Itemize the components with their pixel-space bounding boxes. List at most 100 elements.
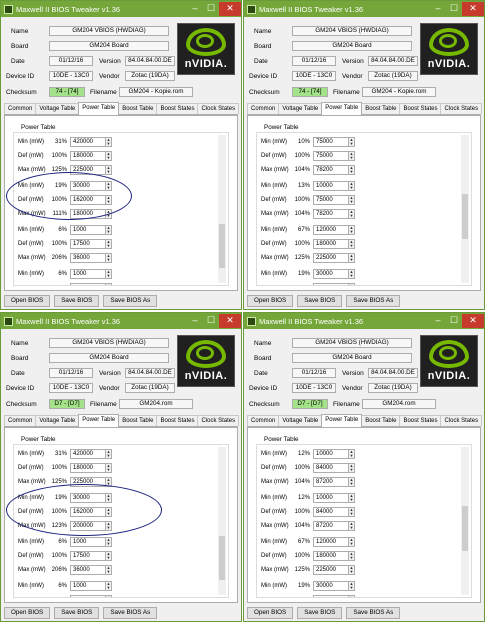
- tab-power-table[interactable]: Power Table: [321, 414, 363, 427]
- date-field[interactable]: 01/12/16: [292, 56, 336, 66]
- date-field[interactable]: 01/12/16: [292, 368, 336, 378]
- power-value-input[interactable]: 78200: [313, 208, 349, 219]
- board-field[interactable]: GM204 Board: [292, 353, 412, 363]
- power-value-input[interactable]: 225000: [313, 564, 349, 575]
- spinner-arrows-icon[interactable]: ▲▼: [106, 282, 112, 285]
- spinner-arrows-icon[interactable]: ▲▼: [106, 238, 112, 249]
- tab-voltage-table[interactable]: Voltage Table: [35, 415, 80, 426]
- spinner-arrows-icon[interactable]: ▲▼: [349, 476, 355, 487]
- tab-clock-states[interactable]: Clock States: [197, 103, 240, 114]
- version-field[interactable]: 84.04.84.00.DE: [368, 368, 418, 378]
- device-id-field[interactable]: 10DE - 13C0: [49, 383, 93, 393]
- spinner-arrows-icon[interactable]: ▲▼: [349, 550, 355, 561]
- checksum-field[interactable]: D7 - [D7]: [49, 399, 85, 409]
- board-field[interactable]: GM204 Board: [292, 41, 412, 51]
- maximize-button[interactable]: ☐: [446, 314, 462, 328]
- open-bios-button[interactable]: Open BIOS: [247, 295, 294, 307]
- minimize-button[interactable]: –: [430, 2, 446, 16]
- power-value-input[interactable]: 162000: [313, 282, 349, 285]
- minimize-button[interactable]: –: [187, 314, 203, 328]
- spinner-arrows-icon[interactable]: ▲▼: [349, 194, 355, 205]
- power-value-input[interactable]: 225000: [70, 476, 106, 487]
- power-value-input[interactable]: 1000: [70, 224, 106, 235]
- title-bar[interactable]: Maxwell II BIOS Tweaker v1.36 – ☐ ✕: [1, 313, 241, 329]
- spinner-arrows-icon[interactable]: ▲▼: [349, 462, 355, 473]
- close-button[interactable]: ✕: [219, 314, 241, 328]
- power-value-input[interactable]: 75000: [313, 136, 349, 147]
- minimize-button[interactable]: –: [187, 2, 203, 16]
- power-value-input[interactable]: 17500: [70, 550, 106, 561]
- power-value-input[interactable]: 120000: [313, 224, 349, 235]
- spinner-arrows-icon[interactable]: ▲▼: [106, 520, 112, 531]
- power-value-input[interactable]: 36000: [70, 252, 106, 263]
- scrollbar-thumb[interactable]: [462, 194, 468, 239]
- tab-common[interactable]: Common: [247, 103, 280, 114]
- power-value-input[interactable]: 84000: [313, 506, 349, 517]
- tab-power-table[interactable]: Power Table: [78, 102, 120, 115]
- tab-clock-states[interactable]: Clock States: [440, 103, 483, 114]
- spinner-arrows-icon[interactable]: ▲▼: [349, 208, 355, 219]
- board-field[interactable]: GM204 Board: [49, 353, 169, 363]
- tab-boost-table[interactable]: Boost Table: [118, 415, 158, 426]
- vendor-field[interactable]: Zotac (19DA): [125, 71, 175, 81]
- tab-clock-states[interactable]: Clock States: [440, 415, 483, 426]
- tab-power-table[interactable]: Power Table: [321, 102, 363, 115]
- spinner-arrows-icon[interactable]: ▲▼: [106, 580, 112, 591]
- checksum-field[interactable]: 74 - [74]: [292, 87, 328, 97]
- spinner-arrows-icon[interactable]: ▲▼: [106, 492, 112, 503]
- open-bios-button[interactable]: Open BIOS: [4, 295, 51, 307]
- open-bios-button[interactable]: Open BIOS: [247, 607, 294, 619]
- spinner-arrows-icon[interactable]: ▲▼: [349, 536, 355, 547]
- spinner-arrows-icon[interactable]: ▲▼: [106, 136, 112, 147]
- tab-boost-states[interactable]: Boost States: [156, 103, 199, 114]
- power-value-input[interactable]: 17500: [70, 238, 106, 249]
- power-value-input[interactable]: 1000: [70, 580, 106, 591]
- maximize-button[interactable]: ☐: [203, 2, 219, 16]
- board-field[interactable]: GM204 Board: [49, 41, 169, 51]
- vendor-field[interactable]: Zotac (19DA): [368, 383, 418, 393]
- power-value-input[interactable]: 120000: [313, 536, 349, 547]
- scrollbar-thumb[interactable]: [219, 223, 225, 269]
- tab-voltage-table[interactable]: Voltage Table: [278, 415, 323, 426]
- tab-voltage-table[interactable]: Voltage Table: [278, 103, 323, 114]
- filename-field[interactable]: GM204 - Kopie.rom: [119, 87, 193, 97]
- power-value-input[interactable]: 180000: [70, 208, 106, 219]
- power-value-input[interactable]: 420000: [70, 136, 106, 147]
- scrollbar-thumb[interactable]: [219, 535, 225, 581]
- tab-boost-states[interactable]: Boost States: [399, 415, 442, 426]
- spinner-arrows-icon[interactable]: ▲▼: [349, 492, 355, 503]
- spinner-arrows-icon[interactable]: ▲▼: [106, 506, 112, 517]
- power-table-scrollbar[interactable]: [218, 135, 226, 283]
- spinner-arrows-icon[interactable]: ▲▼: [106, 536, 112, 547]
- spinner-arrows-icon[interactable]: ▲▼: [349, 594, 355, 597]
- power-value-input[interactable]: 225000: [313, 252, 349, 263]
- maximize-button[interactable]: ☐: [446, 2, 462, 16]
- vendor-field[interactable]: Zotac (19DA): [125, 383, 175, 393]
- save-bios-as-button[interactable]: Save BIOS As: [103, 607, 158, 619]
- close-button[interactable]: ✕: [462, 2, 484, 16]
- checksum-field[interactable]: 74 - [74]: [49, 87, 85, 97]
- power-value-input[interactable]: 162000: [313, 594, 349, 597]
- power-value-input[interactable]: 225000: [70, 164, 106, 175]
- vendor-field[interactable]: Zotac (19DA): [368, 71, 418, 81]
- power-value-input[interactable]: 10000: [313, 492, 349, 503]
- tab-common[interactable]: Common: [4, 103, 37, 114]
- spinner-arrows-icon[interactable]: ▲▼: [349, 506, 355, 517]
- bios-name-field[interactable]: GM204 VBIOS (HWDIAG): [292, 26, 412, 36]
- minimize-button[interactable]: –: [430, 314, 446, 328]
- power-value-input[interactable]: 75000: [313, 194, 349, 205]
- date-field[interactable]: 01/12/16: [49, 368, 93, 378]
- device-id-field[interactable]: 10DE - 13C0: [292, 71, 336, 81]
- spinner-arrows-icon[interactable]: ▲▼: [349, 282, 355, 285]
- power-value-input[interactable]: 30000: [70, 180, 106, 191]
- tab-boost-table[interactable]: Boost Table: [118, 103, 158, 114]
- power-table-scrollbar[interactable]: [461, 447, 469, 595]
- power-value-input[interactable]: 17500: [70, 282, 106, 285]
- power-value-input[interactable]: 200000: [70, 520, 106, 531]
- power-value-input[interactable]: 87200: [313, 520, 349, 531]
- title-bar[interactable]: Maxwell II BIOS Tweaker v1.36 – ☐ ✕: [1, 1, 241, 17]
- bios-name-field[interactable]: GM204 VBIOS (HWDIAG): [49, 338, 169, 348]
- spinner-arrows-icon[interactable]: ▲▼: [349, 136, 355, 147]
- power-value-input[interactable]: 10000: [313, 180, 349, 191]
- spinner-arrows-icon[interactable]: ▲▼: [349, 580, 355, 591]
